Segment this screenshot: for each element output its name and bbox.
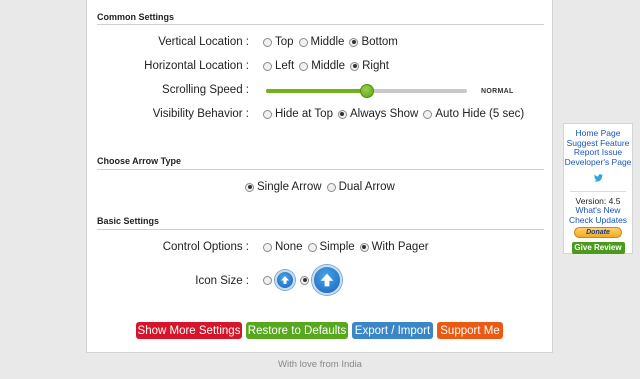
radio-icon[interactable]	[359, 242, 369, 252]
settings-panel: Common Settings Vertical Location : Top …	[86, 0, 553, 353]
horizontal-middle-option[interactable]: Middle	[299, 60, 345, 72]
vertical-top-option[interactable]: Top	[263, 36, 294, 48]
radio-icon[interactable]	[337, 109, 347, 119]
export-import-button[interactable]: Export / Import	[352, 322, 433, 339]
control-none-option[interactable]: None	[263, 241, 303, 253]
radio-icon[interactable]	[263, 61, 272, 71]
visibility-always-show-option[interactable]: Always Show	[337, 108, 418, 120]
visibility-behavior-options: Hide at Top Always Show Auto Hide (5 sec…	[263, 108, 529, 120]
vertical-middle-option[interactable]: Middle	[298, 36, 344, 48]
scrolling-speed-label: Scrolling Speed :	[162, 84, 249, 96]
control-simple-option[interactable]: Simple	[307, 241, 355, 253]
icon-size-large-option[interactable]	[300, 265, 342, 295]
radio-icon[interactable]	[298, 37, 308, 47]
vertical-location-options: Top Middle Bottom	[263, 36, 403, 48]
slider-fill	[266, 89, 367, 93]
check-updates-link[interactable]: Check Updates	[564, 215, 632, 226]
scrolling-speed-slider[interactable]	[266, 84, 467, 98]
radio-icon[interactable]	[423, 109, 433, 119]
radio-icon[interactable]	[299, 61, 309, 71]
control-options-label: Control Options :	[162, 241, 249, 253]
section-divider	[97, 229, 544, 230]
scrolling-speed-value: NORMAL	[481, 88, 514, 95]
icon-size-options	[263, 265, 347, 295]
slider-handle[interactable]	[359, 84, 374, 98]
section-title-common: Common Settings	[97, 12, 175, 22]
radio-icon[interactable]	[263, 37, 272, 47]
radio-icon[interactable]	[350, 61, 360, 71]
radio-icon[interactable]	[326, 182, 336, 192]
icon-size-small-option[interactable]	[263, 270, 295, 290]
sidebar-links: Home Page Suggest Feature Report Issue D…	[564, 128, 632, 168]
restore-defaults-button[interactable]: Restore to Defaults	[246, 322, 348, 339]
developers-page-link[interactable]: Developer's Page	[564, 157, 632, 168]
show-more-settings-button[interactable]: Show More Settings	[136, 322, 242, 339]
give-review-button[interactable]: Give Review	[571, 242, 625, 254]
horizontal-right-option[interactable]: Right	[350, 60, 389, 72]
visibility-hide-at-top-option[interactable]: Hide at Top	[263, 108, 333, 120]
horizontal-location-options: Left Middle Right	[263, 60, 394, 72]
section-divider	[97, 169, 544, 170]
dual-arrow-option[interactable]: Dual Arrow	[326, 181, 395, 193]
radio-icon[interactable]	[245, 182, 254, 192]
radio-icon[interactable]	[300, 275, 309, 285]
single-arrow-option[interactable]: Single Arrow	[245, 181, 322, 193]
donate-button[interactable]: Donate	[574, 227, 622, 238]
radio-icon[interactable]	[307, 242, 317, 252]
info-sidebar: Home Page Suggest Feature Report Issue D…	[563, 123, 633, 254]
control-options: None Simple With Pager	[263, 241, 434, 253]
horizontal-location-label: Horizontal Location :	[144, 60, 249, 72]
footer-text: With love from India	[278, 359, 362, 370]
radio-icon[interactable]	[349, 37, 359, 47]
support-me-button[interactable]: Support Me	[437, 322, 503, 339]
section-title-basic: Basic Settings	[97, 216, 160, 226]
visibility-auto-hide-option[interactable]: Auto Hide (5 sec)	[423, 108, 524, 120]
vertical-bottom-option[interactable]: Bottom	[349, 36, 398, 48]
vertical-location-label: Vertical Location :	[158, 36, 249, 48]
twitter-icon[interactable]	[564, 169, 632, 187]
section-title-arrow-type: Choose Arrow Type	[97, 156, 182, 166]
arrow-up-small-icon	[275, 270, 295, 290]
radio-icon[interactable]	[263, 242, 272, 252]
arrow-type-options: Single Arrow Dual Arrow	[245, 181, 400, 193]
arrow-up-large-icon	[312, 265, 342, 295]
visibility-behavior-label: Visibility Behavior :	[152, 108, 249, 120]
radio-icon[interactable]	[263, 109, 272, 119]
section-divider	[97, 24, 544, 25]
radio-icon[interactable]	[263, 275, 272, 285]
horizontal-left-option[interactable]: Left	[263, 60, 294, 72]
icon-size-label: Icon Size :	[195, 275, 249, 287]
control-with-pager-option[interactable]: With Pager	[359, 241, 429, 253]
sidebar-divider	[570, 191, 626, 192]
